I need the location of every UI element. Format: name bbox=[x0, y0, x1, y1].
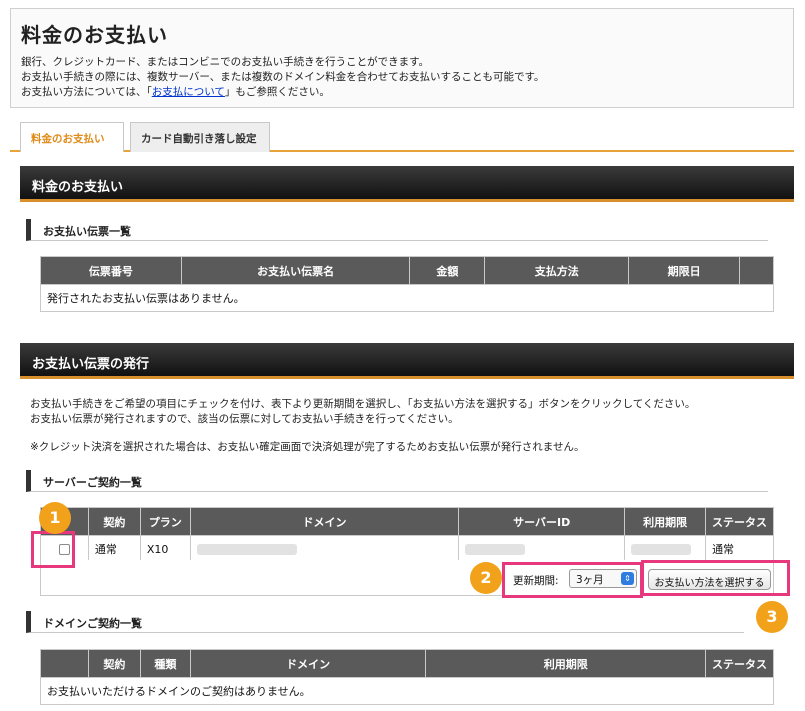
server-contract: 通常 bbox=[87, 535, 141, 563]
highlight-period bbox=[502, 562, 643, 598]
subheading-domain-contracts: ドメインご契約一覧 bbox=[26, 611, 744, 633]
intro-line-3-before: お支払い方法については、「 bbox=[21, 86, 152, 98]
instruction-line-1: お支払い手続きをご希望の項目にチェックを付け、表下より更新期間を選択し、「お支払… bbox=[30, 398, 696, 410]
redacted-expiry bbox=[631, 544, 692, 555]
intro-line-3: お支払い方法については、「お支払について」もご参照ください。 bbox=[21, 85, 544, 100]
empty-slip-message: 発行されたお支払い伝票はありません。 bbox=[40, 284, 774, 312]
col-amount: 金額 bbox=[409, 256, 486, 285]
redacted-server-id bbox=[465, 544, 526, 555]
col-plan: プラン bbox=[139, 507, 191, 536]
step-badge-3: 3 bbox=[756, 601, 788, 633]
table-row: 発行されたお支払い伝票はありません。 bbox=[40, 284, 774, 312]
intro-line-3-after: 」もご参照ください。 bbox=[224, 86, 330, 98]
col-contract: 契約 bbox=[87, 507, 141, 536]
col-slip-number: 伝票番号 bbox=[40, 256, 182, 285]
table-header-row: 契約 種類 ドメイン 利用期限 ステータス bbox=[40, 649, 774, 678]
col-type: 種類 bbox=[139, 649, 191, 678]
col-contract: 契約 bbox=[87, 649, 141, 678]
tab-bar: 料金のお支払い カード自動引き落し設定 bbox=[10, 122, 794, 152]
server-expiry-redacted bbox=[624, 535, 707, 563]
domain-contract-table: 契約 種類 ドメイン 利用期限 ステータス お支払いいただけるドメインのご契約は… bbox=[40, 649, 774, 705]
col-server-id: サーバーID bbox=[458, 507, 626, 536]
section-bar-payment: 料金のお支払い bbox=[20, 166, 794, 202]
col-due-date: 期限日 bbox=[628, 256, 741, 285]
payment-info-link[interactable]: お支払について bbox=[152, 86, 225, 98]
step-badge-2: 2 bbox=[470, 562, 502, 594]
col-payment-method: 支払方法 bbox=[484, 256, 630, 285]
issue-instructions: お支払い手続きをご希望の項目にチェックを付け、表下より更新期間を選択し、「お支払… bbox=[30, 397, 695, 427]
server-id-redacted bbox=[458, 535, 626, 563]
table-header-row: 契約 プラン ドメイン サーバーID 利用期限 ステータス bbox=[40, 507, 774, 536]
instruction-line-2: お支払い伝票が発行されますので、該当の伝票に対してお支払い手続きを行ってください… bbox=[30, 413, 459, 425]
highlight-checkbox bbox=[31, 531, 75, 568]
subheading-payment-slips: お支払い伝票一覧 bbox=[26, 219, 768, 241]
table-header-row: 伝票番号 お支払い伝票名 金額 支払方法 期限日 bbox=[40, 256, 774, 285]
empty-domain-message: お支払いいただけるドメインのご契約はありません。 bbox=[40, 677, 774, 705]
intro-line-1: 銀行、クレジットカード、またはコンビニでのお支払い手続きを行うことができます。 bbox=[21, 56, 430, 68]
step-badge-1: 1 bbox=[39, 502, 71, 534]
table-row: 通常 X10 通常 bbox=[40, 535, 774, 563]
subheading-server-contracts: サーバーご契約一覧 bbox=[26, 470, 768, 492]
server-plan: X10 bbox=[139, 535, 191, 563]
tab-payment[interactable]: 料金のお支払い bbox=[20, 122, 124, 152]
page-header: 料金のお支払い 銀行、クレジットカード、またはコンビニでのお支払い手続きを行うこ… bbox=[10, 8, 794, 108]
col-expiry: 利用期限 bbox=[425, 649, 707, 678]
page-title: 料金のお支払い bbox=[21, 23, 168, 47]
col-extra bbox=[739, 256, 774, 285]
col-expiry: 利用期限 bbox=[624, 507, 707, 536]
server-domain-redacted bbox=[189, 535, 460, 563]
intro-text: 銀行、クレジットカード、またはコンビニでのお支払い手続きを行うことができます。 … bbox=[21, 55, 544, 100]
col-domain: ドメイン bbox=[189, 649, 427, 678]
tab-card-auto-debit[interactable]: カード自動引き落し設定 bbox=[130, 122, 270, 152]
server-contract-table: 契約 プラン ドメイン サーバーID 利用期限 ステータス 通常 X10 通常 bbox=[40, 507, 774, 563]
col-status: ステータス bbox=[705, 649, 774, 678]
col-check bbox=[40, 649, 89, 678]
credit-note: ※クレジット決済を選択された場合は、お支払い確定画面で決済処理が完了するためお支… bbox=[30, 441, 585, 453]
table-row: お支払いいただけるドメインのご契約はありません。 bbox=[40, 677, 774, 705]
highlight-select-button bbox=[641, 560, 790, 596]
intro-line-2: お支払い手続きの際には、複数サーバー、または複数のドメイン料金を合わせてお支払い… bbox=[21, 71, 545, 83]
section-bar-issue-slip: お支払い伝票の発行 bbox=[20, 343, 794, 379]
redacted-domain bbox=[196, 544, 297, 555]
col-slip-name: お支払い伝票名 bbox=[180, 256, 411, 285]
col-status: ステータス bbox=[705, 507, 774, 536]
payment-slip-table: 伝票番号 お支払い伝票名 金額 支払方法 期限日 発行されたお支払い伝票はありま… bbox=[40, 256, 774, 312]
server-status: 通常 bbox=[705, 535, 774, 563]
col-domain: ドメイン bbox=[189, 507, 460, 536]
